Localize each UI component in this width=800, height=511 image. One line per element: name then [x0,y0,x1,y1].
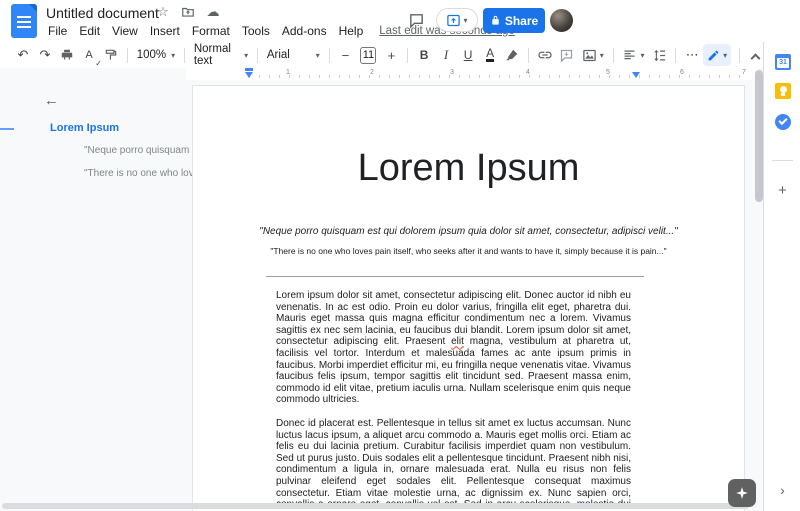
docs-logo-icon[interactable] [11,4,37,38]
formatting-toolbar: ↶ ↷ A ✓ 100% ▾ Normal text ▾ Arial ▾ − 11 + … [0,42,763,68]
top-bar: Untitled document ☆ ☁ File Edit View Ins… [0,0,800,42]
more-toolbar-options-button[interactable]: ⋯ [681,44,703,66]
spellcheck-button[interactable]: A ✓ [78,44,102,68]
ruler-ticks [249,75,749,78]
document-outline-panel: ← Lorem Ipsum "Neque porro quisquam est … [0,68,233,511]
document-title-input[interactable]: Untitled document [46,5,159,21]
bold-button[interactable]: B [413,44,435,66]
horizontal-scrollbar[interactable] [2,503,749,509]
explore-star-icon [736,487,748,499]
decrease-font-size-button[interactable]: − [334,44,356,66]
get-addons-button[interactable]: + [764,182,800,199]
underline-button[interactable]: U [457,44,479,66]
pencil-icon [708,50,719,60]
add-comment-button[interactable] [556,44,578,66]
zoom-select[interactable]: 100% ▾ [133,49,179,61]
editing-mode-caret-icon: ▾ [723,50,728,60]
text-color-button[interactable]: A [479,44,501,66]
open-comments-button[interactable] [408,12,426,30]
keep-icon[interactable] [775,83,791,99]
present-to-meeting-button[interactable]: ▾ [436,8,478,32]
share-button-label: Share [504,13,539,28]
explore-button[interactable] [728,479,756,507]
side-panel-divider [772,160,793,161]
horizontal-ruler: 1 2 3 4 5 6 7 [186,68,757,80]
cloud-status-icon[interactable]: ☁ [205,4,221,20]
hide-side-panel-button[interactable]: › [764,482,800,498]
left-margin-marker[interactable] [245,72,253,78]
increase-font-size-button[interactable]: + [380,44,402,66]
print-button[interactable] [56,44,78,66]
highlight-color-button[interactable] [501,44,523,66]
align-button[interactable]: ▾ [618,44,648,66]
font-select[interactable]: Arial ▾ [263,49,324,61]
google-docs-app: Untitled document ☆ ☁ File Edit View Ins… [0,0,800,511]
right-margin-marker[interactable] [632,72,640,78]
indent-marker[interactable] [245,68,253,71]
quote-italic: "Neque porro quisquam est qui dolorem ip… [259,226,678,237]
quote-small: "There is no one who loves pain itself, … [270,246,667,256]
close-outline-button[interactable]: ← [44,92,59,109]
misspelled-word: elit [451,336,464,348]
insert-image-caret-icon: ▾ [599,50,604,60]
menu-tools[interactable]: Tools [236,23,276,39]
lock-icon [492,15,499,25]
insert-link-button[interactable] [534,44,556,66]
outline-active-marker [0,128,14,130]
line-spacing-button[interactable] [648,44,670,66]
star-icon[interactable]: ☆ [155,4,171,20]
calendar-icon[interactable]: 31 [775,54,791,70]
paragraph-style-select[interactable]: Normal text ▾ [190,43,252,67]
menu-help[interactable]: Help [333,23,370,39]
paint-format-button[interactable] [100,44,122,66]
document-heading: Lorem Ipsum [357,147,580,189]
insert-image-button[interactable]: ▾ [578,44,608,66]
menu-file[interactable]: File [42,23,73,39]
editing-mode-button[interactable]: ▾ [703,44,732,66]
menu-addons[interactable]: Add-ons [276,23,333,39]
vertical-scrollbar[interactable] [755,70,763,202]
menu-view[interactable]: View [106,23,144,39]
redo-button[interactable]: ↷ [34,44,56,66]
menu-format[interactable]: Format [186,23,236,39]
menu-insert[interactable]: Insert [144,23,186,39]
tasks-icon[interactable] [775,114,791,130]
move-folder-icon[interactable] [180,4,196,20]
outline-heading-link[interactable]: Lorem Ipsum [50,122,119,134]
menu-edit[interactable]: Edit [73,23,106,39]
italic-button[interactable]: I [435,44,457,66]
font-size-input[interactable]: 11 [360,46,377,64]
document-page[interactable]: Lorem Ipsum "Neque porro quisquam est qu… [192,85,745,511]
align-caret-icon: ▾ [640,50,645,60]
horizontal-rule [266,276,644,277]
paragraph-2: Donec id placerat est. Pellentesque in t… [276,417,631,511]
hide-menus-button[interactable] [748,44,763,66]
present-caret-icon: ▾ [463,15,468,25]
side-panel: 31 + › [763,42,800,511]
paragraph-1: Lorem ipsum dolor sit amet, consectetur … [276,290,631,406]
account-avatar[interactable] [550,9,573,32]
undo-button[interactable]: ↶ [12,44,34,66]
share-button[interactable]: Share [483,8,545,33]
